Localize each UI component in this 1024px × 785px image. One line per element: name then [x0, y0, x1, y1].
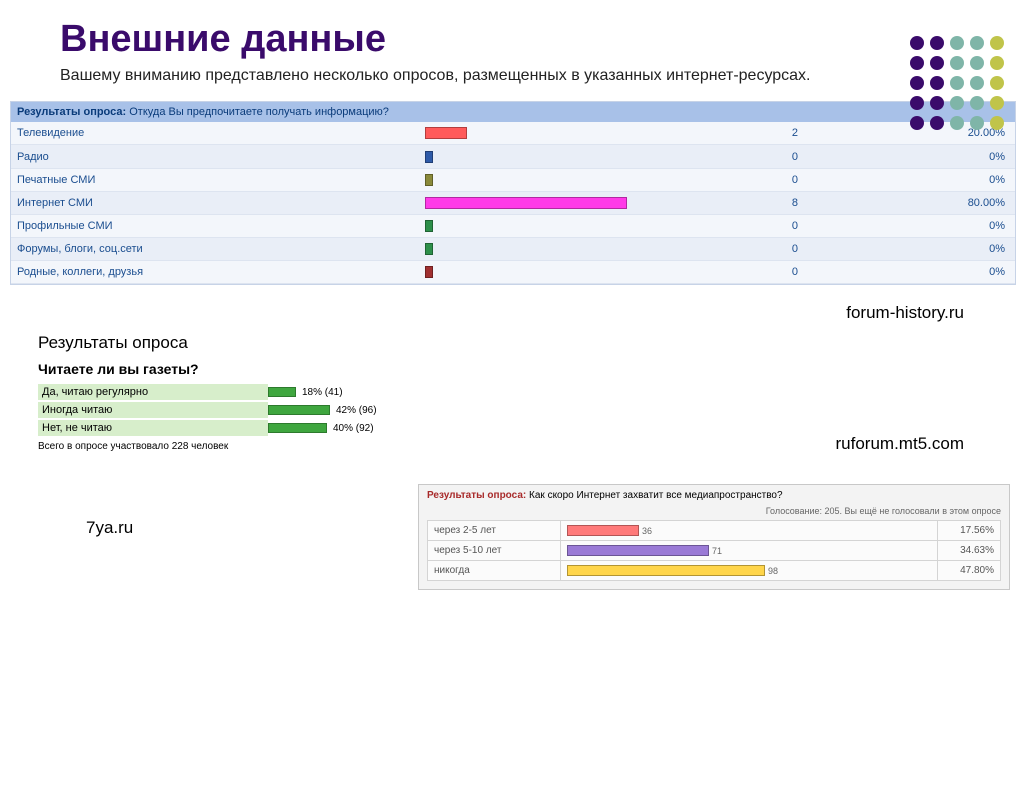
poll3-row: через 5-10 лет 71 34.63%: [428, 541, 1001, 561]
poll3-bar-cell: 71: [561, 541, 938, 561]
page-subtitle: Вашему вниманию представлено несколько о…: [60, 65, 914, 87]
poll3-percent: 34.63%: [938, 541, 1001, 561]
poll3-source: 7ya.ru: [86, 518, 386, 538]
poll1-row: Телевидение220.00%: [11, 122, 1015, 145]
poll2-question: Читаете ли вы газеты?: [38, 361, 518, 377]
poll2-option-label: Да, читаю регулярно: [38, 384, 268, 400]
poll1-table: Телевидение220.00%Радио00%Печатные СМИ00…: [11, 122, 1015, 284]
poll1-header: Результаты опроса: Откуда Вы предпочитае…: [11, 102, 1015, 122]
poll2-bar: [268, 423, 327, 433]
poll2-value: 42% (96): [336, 405, 377, 416]
poll1-count: 0: [730, 237, 861, 260]
poll3-row: никогда 98 47.80%: [428, 561, 1001, 581]
poll1-row: Печатные СМИ 00%: [11, 168, 1015, 191]
poll1-row: Родные, коллеги, друзья 00%: [11, 260, 1015, 283]
poll2-value: 18% (41): [302, 387, 343, 398]
poll1-option-label: Телевидение: [11, 122, 419, 145]
poll1-count: 0: [730, 145, 861, 168]
poll1-bar: [425, 220, 433, 232]
poll1-bar: [425, 127, 467, 139]
poll1-count: 0: [730, 260, 861, 283]
poll1-bar-cell: [419, 122, 730, 145]
poll3-percent: 17.56%: [938, 521, 1001, 541]
poll1-percent: 0%: [860, 214, 1015, 237]
poll3-question: Как скоро Интернет захватит все медиапро…: [529, 490, 783, 501]
poll2-option-label: Иногда читаю: [38, 402, 268, 418]
poll1-percent: 0%: [860, 145, 1015, 168]
poll2-value: 40% (92): [333, 423, 374, 434]
poll1-option-label: Родные, коллеги, друзья: [11, 260, 419, 283]
poll2-row: Иногда читаю 42% (96): [38, 401, 518, 419]
poll1-header-label: Результаты опроса:: [17, 106, 126, 118]
poll1-count: 0: [730, 168, 861, 191]
poll1-bar-cell: [419, 237, 730, 260]
poll3-subheader: Голосование: 205. Вы ещё не голосовали в…: [419, 506, 1009, 520]
poll1-bar: [425, 243, 433, 255]
poll3-table: через 2-5 лет 36 17.56% через 5-10 лет 71 34.…: [427, 520, 1001, 581]
poll1-bar-cell: [419, 214, 730, 237]
poll1-percent: 0%: [860, 260, 1015, 283]
poll1-source: forum-history.ru: [0, 303, 964, 323]
poll1-bar: [425, 266, 433, 278]
poll3-bar: [567, 525, 639, 536]
poll1-count: 8: [730, 191, 861, 214]
page-title: Внешние данные: [60, 18, 1024, 61]
poll3-bar: [567, 565, 765, 576]
poll1-question: Откуда Вы предпочитаете получать информа…: [129, 106, 389, 118]
poll1-option-label: Радио: [11, 145, 419, 168]
poll1-bar-cell: [419, 145, 730, 168]
poll1-option-label: Форумы, блоги, соц.сети: [11, 237, 419, 260]
poll3-count: 36: [642, 526, 652, 536]
poll3-bar-cell: 36: [561, 521, 938, 541]
poll1-percent: 0%: [860, 237, 1015, 260]
poll2-bar: [268, 405, 330, 415]
poll1-bar: [425, 174, 433, 186]
poll1-bar: [425, 151, 433, 163]
poll3-row: через 2-5 лет 36 17.56%: [428, 521, 1001, 541]
poll1-bar-cell: [419, 260, 730, 283]
poll3-count: 98: [768, 566, 778, 576]
poll1-row: Профильные СМИ 00%: [11, 214, 1015, 237]
poll3-option-label: через 2-5 лет: [428, 521, 561, 541]
poll1-row: Форумы, блоги, соц.сети 00%: [11, 237, 1015, 260]
poll2-bar: [268, 387, 296, 397]
poll2-option-label: Нет, не читаю: [38, 420, 268, 436]
poll1-bar: [425, 197, 627, 209]
poll1-container: Результаты опроса: Откуда Вы предпочитае…: [10, 101, 1016, 285]
poll3-bar-cell: 98: [561, 561, 938, 581]
poll3-percent: 47.80%: [938, 561, 1001, 581]
poll1-row: Радио 00%: [11, 145, 1015, 168]
poll3-container: Результаты опроса: Как скоро Интернет за…: [418, 484, 1010, 590]
poll1-option-label: Профильные СМИ: [11, 214, 419, 237]
decorative-dots: [910, 36, 1006, 132]
poll3-count: 71: [712, 546, 722, 556]
poll1-percent: 0%: [860, 168, 1015, 191]
poll1-count: 2: [730, 122, 861, 145]
poll1-percent: 80.00%: [860, 191, 1015, 214]
poll3-header-label: Результаты опроса:: [427, 490, 526, 501]
poll1-option-label: Интернет СМИ: [11, 191, 419, 214]
poll3-bar: [567, 545, 709, 556]
poll2-row: Да, читаю регулярно 18% (41): [38, 383, 518, 401]
poll3-option-label: через 5-10 лет: [428, 541, 561, 561]
poll1-bar-cell: [419, 168, 730, 191]
poll3-option-label: никогда: [428, 561, 561, 581]
poll1-row: Интернет СМИ 880.00%: [11, 191, 1015, 214]
poll3-header: Результаты опроса: Как скоро Интернет за…: [419, 485, 1009, 506]
poll1-option-label: Печатные СМИ: [11, 168, 419, 191]
poll2-heading: Результаты опроса: [38, 333, 518, 353]
poll1-count: 0: [730, 214, 861, 237]
poll1-bar-cell: [419, 191, 730, 214]
